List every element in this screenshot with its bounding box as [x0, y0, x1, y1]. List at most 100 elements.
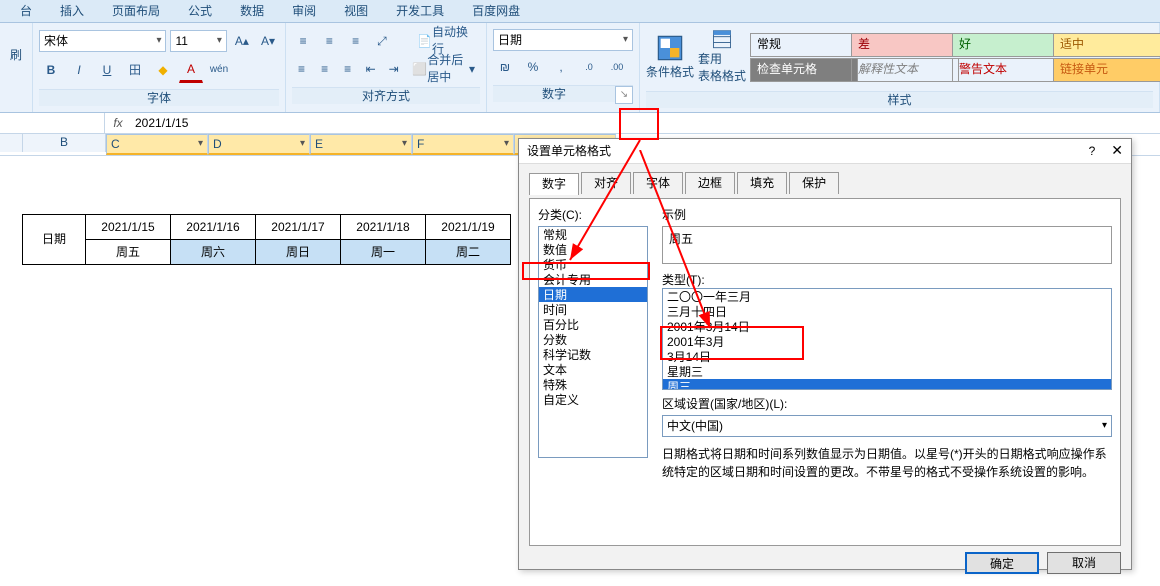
tab-baidu[interactable]: 百度网盘 [458, 0, 534, 22]
col-b[interactable]: B [23, 134, 106, 152]
orientation-icon[interactable]: ⤢ [371, 29, 393, 53]
number-dialog-launcher[interactable]: ↘ [615, 86, 633, 104]
table-format-button[interactable]: 套用 表格格式 [698, 29, 746, 85]
table-cell[interactable]: 周六 [171, 240, 256, 265]
cat-item-date[interactable]: 日期 [539, 287, 647, 302]
cat-item[interactable]: 科学记数 [539, 347, 647, 362]
indent-dec-icon[interactable]: ⇤ [361, 57, 380, 81]
dlg-tab-number[interactable]: 数字 [529, 173, 579, 195]
table-head[interactable]: 日期 [23, 215, 86, 265]
cat-item[interactable]: 百分比 [539, 317, 647, 332]
type-item-zhou[interactable]: 周三 [663, 379, 1111, 390]
category-listbox[interactable]: 常规 数值 货币 会计专用 日期 时间 百分比 分数 科学记数 文本 特殊 自定… [538, 226, 648, 458]
help-icon[interactable]: ? [1089, 143, 1096, 160]
style-normal[interactable]: 常规 [750, 33, 858, 57]
wrap-text-button[interactable]: 📄自动换行 [412, 29, 480, 53]
tab-layout[interactable]: 页面布局 [98, 0, 174, 22]
data-table[interactable]: 日期 2021/1/15 2021/1/16 2021/1/17 2021/1/… [22, 214, 511, 265]
table-cell[interactable]: 2021/1/16 [171, 215, 256, 240]
cancel-button[interactable]: 取消 [1047, 552, 1121, 574]
type-listbox[interactable]: 二〇〇一年三月 三月十四日 2001年3月14日 2001年3月 3月14日 星… [662, 288, 1112, 390]
style-warn[interactable]: 警告文本 [952, 58, 1060, 82]
fx-icon[interactable]: fx [105, 115, 131, 132]
bold-button[interactable]: B [39, 58, 63, 82]
style-explain[interactable]: 解释性文本 [851, 58, 959, 82]
style-link[interactable]: 链接单元 [1053, 58, 1160, 82]
style-check[interactable]: 检查单元格 [750, 58, 858, 82]
dlg-tab-fill[interactable]: 填充 [737, 172, 787, 194]
formula-value[interactable]: 2021/1/15 [131, 115, 1160, 132]
type-item[interactable]: 星期三 [663, 364, 1111, 379]
col-d[interactable]: D [208, 134, 310, 155]
italic-button[interactable]: I [67, 58, 91, 82]
dlg-tab-border[interactable]: 边框 [685, 172, 735, 194]
type-item[interactable]: 三月十四日 [663, 304, 1111, 319]
table-cell[interactable]: 周日 [256, 240, 341, 265]
align-top-icon[interactable]: ≡ [292, 29, 314, 53]
underline-button[interactable]: U [95, 58, 119, 82]
close-icon[interactable]: ✕ [1111, 141, 1123, 161]
name-box[interactable] [0, 113, 105, 133]
phonetic-button[interactable]: wén [207, 58, 231, 82]
currency-icon[interactable]: ₪ [493, 55, 517, 79]
dlg-tab-align[interactable]: 对齐 [581, 172, 631, 194]
borders-button[interactable]: 田 [123, 58, 147, 82]
table-cell[interactable]: 2021/1/19 [426, 215, 511, 240]
tab-insert[interactable]: 插入 [46, 0, 98, 22]
cat-item[interactable]: 会计专用 [539, 272, 647, 287]
tab-data[interactable]: 数据 [226, 0, 278, 22]
align-center-icon[interactable]: ≡ [315, 57, 334, 81]
percent-icon[interactable]: % [521, 55, 545, 79]
align-right-icon[interactable]: ≡ [338, 57, 357, 81]
table-cell[interactable]: 周一 [341, 240, 426, 265]
cat-item[interactable]: 时间 [539, 302, 647, 317]
cat-item[interactable]: 特殊 [539, 377, 647, 392]
type-item[interactable]: 2001年3月14日 [663, 319, 1111, 334]
cat-item[interactable]: 文本 [539, 362, 647, 377]
table-cell[interactable]: 2021/1/18 [341, 215, 426, 240]
cat-item[interactable]: 常规 [539, 227, 647, 242]
conditional-format-button[interactable]: 条件格式 [646, 29, 694, 85]
table-cell[interactable]: 2021/1/15 [86, 215, 171, 240]
font-color-button[interactable]: A [179, 57, 203, 83]
font-name-select[interactable]: 宋体 [39, 30, 166, 52]
style-neutral[interactable]: 适中 [1053, 33, 1160, 57]
cat-item[interactable]: 分数 [539, 332, 647, 347]
dlg-tab-protect[interactable]: 保护 [789, 172, 839, 194]
tab-review[interactable]: 审阅 [278, 0, 330, 22]
fill-color-button[interactable]: ◆ [151, 58, 175, 82]
font-size-select[interactable]: 11 [170, 30, 226, 52]
table-cell[interactable]: 周五 [86, 240, 171, 265]
ok-button[interactable]: 确定 [965, 552, 1039, 574]
align-middle-icon[interactable]: ≡ [318, 29, 340, 53]
merge-center-button[interactable]: ⬜合并后居中 ▾ [407, 57, 480, 81]
cat-item[interactable]: 数值 [539, 242, 647, 257]
number-format-select[interactable]: 日期 [493, 29, 633, 51]
locale-combo[interactable]: 中文(中国) [662, 415, 1112, 437]
tab-view[interactable]: 视图 [330, 0, 382, 22]
table-cell[interactable]: 周二 [426, 240, 511, 265]
type-item[interactable]: 二〇〇一年三月 [663, 289, 1111, 304]
align-left-icon[interactable]: ≡ [292, 57, 311, 81]
type-item[interactable]: 3月14日 [663, 349, 1111, 364]
col-e[interactable]: E [310, 134, 412, 155]
cat-item[interactable]: 自定义 [539, 392, 647, 407]
style-good[interactable]: 好 [952, 33, 1060, 57]
indent-inc-icon[interactable]: ⇥ [384, 57, 403, 81]
tab-file[interactable]: 台 [6, 0, 46, 22]
col-c[interactable]: C [106, 134, 208, 155]
dlg-tab-font[interactable]: 字体 [633, 172, 683, 194]
format-painter-icon[interactable]: 刷 [10, 47, 22, 64]
inc-decimal-icon[interactable]: .0 [577, 55, 601, 79]
shrink-font-icon[interactable]: A▾ [257, 29, 279, 53]
tab-dev[interactable]: 开发工具 [382, 0, 458, 22]
col-f[interactable]: F [412, 134, 514, 155]
align-bottom-icon[interactable]: ≡ [345, 29, 367, 53]
style-bad[interactable]: 差 [851, 33, 959, 57]
comma-icon[interactable]: , [549, 55, 573, 79]
grow-font-icon[interactable]: A▴ [231, 29, 253, 53]
type-item[interactable]: 2001年3月 [663, 334, 1111, 349]
tab-formula[interactable]: 公式 [174, 0, 226, 22]
cat-item[interactable]: 货币 [539, 257, 647, 272]
dec-decimal-icon[interactable]: .00 [605, 55, 629, 79]
